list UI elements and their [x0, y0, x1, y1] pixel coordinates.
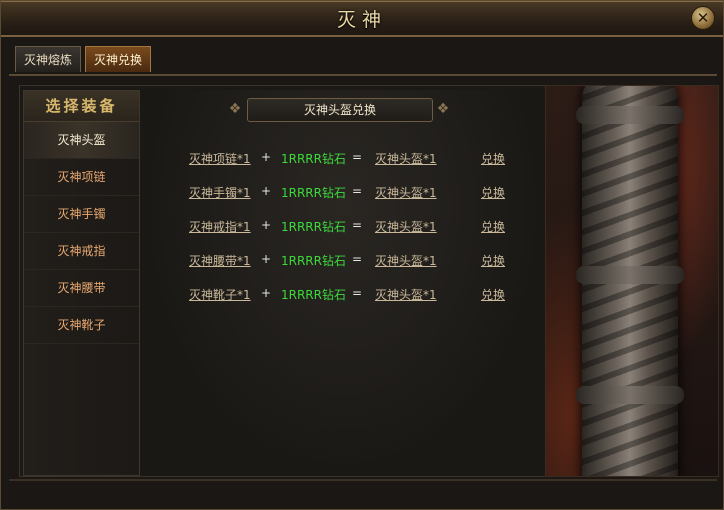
- ingredient-link[interactable]: 灭神腰带*1: [189, 252, 251, 269]
- sidebar-heading: 选择装备: [24, 91, 139, 122]
- ingredient-link[interactable]: 灭神靴子*1: [189, 286, 251, 303]
- equals-sign: =: [352, 252, 363, 266]
- equipment-sidebar: 选择装备 灭神头盔 灭神项链 灭神手镯 灭神戒指 灭神腰带 灭神靴子: [23, 90, 140, 476]
- plus-sign: +: [261, 218, 272, 232]
- plus-sign: +: [261, 252, 272, 266]
- equals-sign: =: [352, 184, 363, 198]
- title-bar: 灭神 ✕: [1, 1, 723, 37]
- sidebar-item-belt[interactable]: 灭神腰带: [24, 270, 139, 307]
- ornament-left-icon: ❖: [228, 101, 242, 117]
- exchange-row: 灭神戒指*1 + 1RRRR钻石 = 灭神头盔*1 兑换: [141, 218, 545, 238]
- window-title: 灭神: [336, 9, 387, 31]
- tab-exchange[interactable]: 灭神兑换: [85, 46, 152, 72]
- pillar-ring: [576, 106, 684, 124]
- equals-sign: =: [352, 218, 363, 232]
- result-link[interactable]: 灭神头盔*1: [375, 184, 437, 201]
- exchange-row: 灭神腰带*1 + 1RRRR钻石 = 灭神头盔*1 兑换: [141, 252, 545, 272]
- pillar-ring: [576, 266, 684, 284]
- bottom-border: [9, 479, 717, 481]
- equals-sign: =: [352, 150, 363, 164]
- diamond-cost: 1RRRR钻石: [281, 152, 346, 166]
- diamond-cost: 1RRRR钻石: [281, 186, 346, 200]
- ornament-right-icon: ❖: [436, 101, 450, 117]
- diamond-cost: 1RRRR钻石: [281, 288, 346, 302]
- exchange-content: ❖ 灭神头盔兑换 ❖ 灭神项链*1 + 1RRRR钻石 = 灭神头盔*1 兑换 …: [141, 90, 545, 476]
- equals-sign: =: [352, 286, 363, 300]
- exchange-button[interactable]: 兑换: [481, 150, 505, 167]
- exchange-row: 灭神靴子*1 + 1RRRR钻石 = 灭神头盔*1 兑换: [141, 286, 545, 306]
- exchange-button[interactable]: 兑换: [481, 184, 505, 201]
- plus-sign: +: [261, 286, 272, 300]
- diamond-cost: 1RRRR钻石: [281, 220, 346, 234]
- plus-sign: +: [261, 150, 272, 164]
- sidebar-item-boots[interactable]: 灭神靴子: [24, 307, 139, 344]
- result-link[interactable]: 灭神头盔*1: [375, 286, 437, 303]
- ingredient-link[interactable]: 灭神项链*1: [189, 150, 251, 167]
- decorative-pillar-art: [545, 85, 719, 477]
- exchange-button[interactable]: 兑换: [481, 286, 505, 303]
- exchange-window: 灭神 ✕ 灭神熔炼 灭神兑换 选择装备 灭神头盔 灭神项链 灭神手镯 灭神戒指 …: [0, 0, 724, 510]
- result-link[interactable]: 灭神头盔*1: [375, 218, 437, 235]
- exchange-row: 灭神手镯*1 + 1RRRR钻石 = 灭神头盔*1 兑换: [141, 184, 545, 204]
- exchange-row: 灭神项链*1 + 1RRRR钻石 = 灭神头盔*1 兑换: [141, 150, 545, 170]
- result-link[interactable]: 灭神头盔*1: [375, 252, 437, 269]
- result-link[interactable]: 灭神头盔*1: [375, 150, 437, 167]
- sidebar-item-ring[interactable]: 灭神戒指: [24, 233, 139, 270]
- diamond-cost: 1RRRR钻石: [281, 254, 346, 268]
- exchange-button[interactable]: 兑换: [481, 252, 505, 269]
- ingredient-link[interactable]: 灭神戒指*1: [189, 218, 251, 235]
- tab-smelt[interactable]: 灭神熔炼: [15, 46, 82, 72]
- ingredient-link[interactable]: 灭神手镯*1: [189, 184, 251, 201]
- tab-bar: 灭神熔炼 灭神兑换: [15, 46, 152, 74]
- sidebar-item-necklace[interactable]: 灭神项链: [24, 159, 139, 196]
- close-icon[interactable]: ✕: [691, 6, 715, 30]
- pillar-ring: [576, 386, 684, 404]
- exchange-button[interactable]: 兑换: [481, 218, 505, 235]
- exchange-header: 灭神头盔兑换: [247, 98, 433, 122]
- sidebar-item-bracelet[interactable]: 灭神手镯: [24, 196, 139, 233]
- sidebar-item-helmet[interactable]: 灭神头盔: [24, 122, 139, 159]
- plus-sign: +: [261, 184, 272, 198]
- tab-divider: [9, 74, 717, 76]
